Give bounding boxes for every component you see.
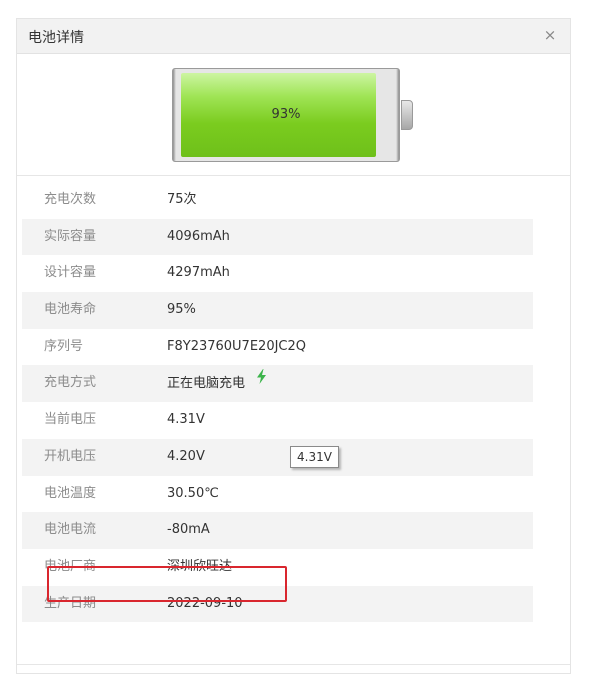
dialog-title: 电池详情 [28, 30, 84, 46]
info-value: 4096mAh [167, 228, 230, 244]
info-label: 开机电压 [44, 448, 97, 464]
info-label: 当前电压 [44, 412, 97, 428]
info-row-design-capacity: 设计容量 4297mAh [22, 255, 533, 292]
info-label: 实际容量 [44, 228, 97, 244]
info-row-charge-count: 充电次数 75次 [22, 182, 533, 219]
info-row-battery-health: 电池寿命 95% [22, 292, 533, 329]
info-row-serial-number: 序列号 F8Y23760U7E20JC2Q [22, 329, 533, 366]
info-value-wrap: 正在电脑充电 [167, 363, 267, 403]
info-row-battery-temperature: 电池温度 30.50℃ [22, 476, 533, 513]
info-value: 正在电脑充电 [167, 376, 246, 392]
info-label: 电池电流 [44, 522, 97, 538]
info-label: 电池温度 [44, 485, 97, 501]
info-row-boot-voltage: 开机电压 4.20V 4.31V [22, 438, 533, 476]
info-label: 电池寿命 [44, 302, 97, 318]
battery-info-list: 充电次数 75次 实际容量 4096mAh 设计容量 4297mAh 电池寿命 … [22, 182, 533, 623]
battery-terminal [401, 100, 413, 130]
info-label: 充电方式 [44, 375, 97, 391]
manufacturer-highlight-box [47, 566, 287, 602]
battery-icon: 93% [172, 68, 400, 162]
info-value: 95% [167, 302, 196, 318]
info-row-charging-mode: 充电方式 正在电脑充电 [22, 363, 533, 403]
info-value: F8Y23760U7E20JC2Q [167, 338, 307, 354]
lightning-bolt-icon [257, 363, 267, 400]
info-row-battery-current: 电池电流 -80mA [22, 512, 533, 549]
battery-graphic-area: 93% [17, 54, 570, 176]
divider [17, 664, 570, 665]
info-value: 4.20V [167, 448, 205, 464]
info-row-actual-capacity: 实际容量 4096mAh [22, 218, 533, 256]
info-label: 序列号 [44, 338, 84, 354]
info-value: 30.50℃ [167, 485, 219, 501]
info-value: -80mA [167, 522, 210, 538]
voltage-tooltip: 4.31V [290, 445, 339, 468]
close-button[interactable]: × [540, 25, 560, 45]
info-value: 4.31V [167, 412, 205, 428]
info-label: 充电次数 [44, 192, 97, 207]
info-label: 设计容量 [44, 265, 97, 281]
info-value: 4297mAh [167, 265, 230, 281]
title-bar: 电池详情 × [17, 19, 570, 54]
battery-level-text: 93% [271, 107, 301, 122]
info-value: 75次 [167, 192, 197, 207]
info-row-current-voltage: 当前电压 4.31V [22, 402, 533, 439]
